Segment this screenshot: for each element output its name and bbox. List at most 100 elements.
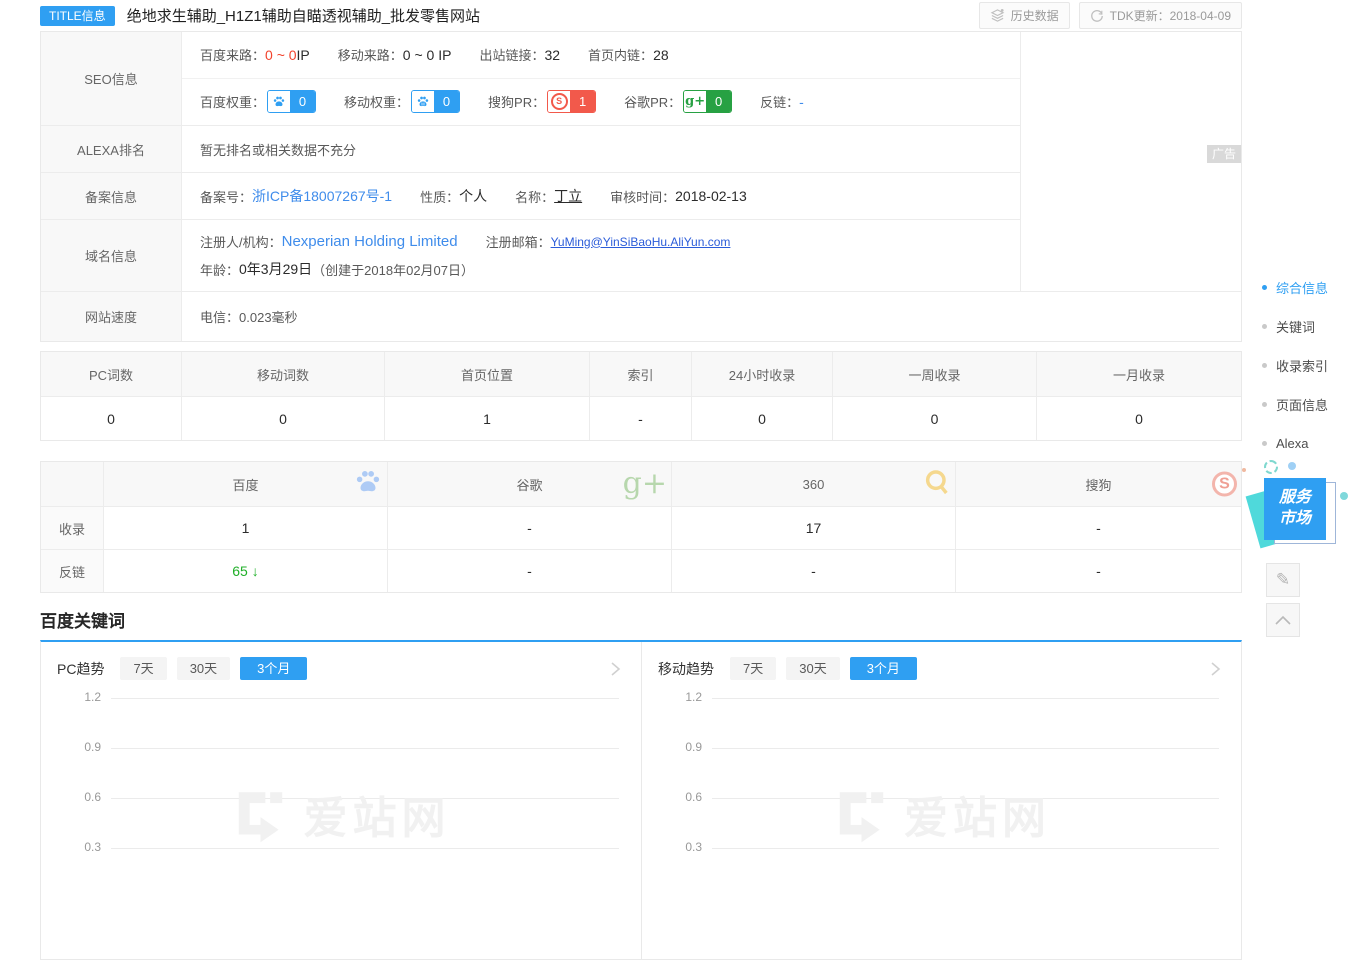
mobile-tab-7d[interactable]: 7天 bbox=[730, 657, 776, 680]
deco-dot bbox=[1242, 468, 1246, 472]
mobile-weight-value: 0 bbox=[434, 91, 459, 112]
back-to-top-button[interactable] bbox=[1266, 603, 1300, 637]
baidu-keywords-title: 百度关键词 bbox=[40, 607, 1242, 632]
360-magnifier-icon bbox=[923, 469, 951, 500]
backlinks-baidu-value: 65 bbox=[232, 563, 248, 579]
registrant-label: 注册人/机构： bbox=[200, 232, 282, 251]
deco-dot bbox=[1264, 460, 1278, 474]
keyword-stats-table: PC词数 移动词数 首页位置 索引 24小时收录 一周收录 一月收录 0 0 1… bbox=[40, 351, 1242, 441]
backlinks-sogou: - bbox=[956, 550, 1241, 592]
beian-audit-value: 2018-02-13 bbox=[675, 188, 747, 204]
pc-tab-3m[interactable]: 3个月 bbox=[240, 657, 307, 680]
seo-traffic-line: 百度来路：0 ~ 0 IP 移动来路：0 ~ 0 IP 出站链接：32 首页内链… bbox=[182, 32, 1020, 79]
beian-number-link[interactable]: 浙ICP备18007267号-1 bbox=[252, 186, 392, 206]
mobile-traffic-value: 0 ~ 0 IP bbox=[403, 47, 452, 63]
nav-item-keywords[interactable]: 关键词 bbox=[1262, 315, 1362, 337]
mobile-weight-badge[interactable]: M0 bbox=[411, 90, 460, 113]
pc-panel-next-arrow[interactable] bbox=[605, 659, 625, 679]
top-actions: 历史数据 TDK更新：2018-04-09 bbox=[979, 2, 1242, 29]
down-arrow-icon: ↓ bbox=[252, 563, 259, 579]
ad-tag: 广告 bbox=[1207, 145, 1241, 163]
aizhan-logo-icon bbox=[232, 785, 290, 843]
seo-weight-line: 百度权重： 0 移动权重： M0 搜狗PR： S1 谷歌PR： g+0 反链：- bbox=[182, 79, 1020, 126]
baidu-traffic-value: 0 ~ 0 bbox=[265, 47, 297, 63]
pc-ytick-2: 0.9 bbox=[57, 740, 101, 754]
beian-nature-label: 性质： bbox=[420, 187, 459, 206]
baidu-paw-icon-large bbox=[353, 468, 383, 501]
beian-number-label: 备案号： bbox=[200, 187, 252, 206]
tdk-update-label: TDK更新：2018-04-09 bbox=[1110, 7, 1231, 24]
outbound-links-label: 出站链接： bbox=[479, 45, 544, 64]
history-data-label: 历史数据 bbox=[1011, 7, 1059, 24]
stats-value-index: - bbox=[590, 397, 692, 440]
nav-item-overview[interactable]: 综合信息 bbox=[1262, 276, 1362, 298]
engine-name-google: 谷歌 bbox=[516, 475, 542, 494]
aizhan-logo-icon bbox=[832, 785, 890, 843]
ad-area[interactable]: 广告 bbox=[1020, 32, 1241, 292]
baidu-traffic-unit: IP bbox=[297, 47, 310, 63]
stats-value-home-position: 1 bbox=[385, 397, 590, 440]
top-bar: TITLE信息 绝地求生辅助_H1Z1辅助自瞄透视辅助_批发零售网站 历史数据 … bbox=[0, 0, 1362, 31]
registrant-link[interactable]: Nexperian Holding Limited bbox=[282, 233, 458, 250]
refresh-icon bbox=[1090, 9, 1104, 23]
nav-item-label: 收录索引 bbox=[1276, 356, 1328, 375]
nav-item-index[interactable]: 收录索引 bbox=[1262, 354, 1362, 376]
baidu-traffic-label: 百度来路： bbox=[200, 45, 265, 64]
nav-item-label: 综合信息 bbox=[1276, 278, 1328, 297]
nav-item-pageinfo[interactable]: 页面信息 bbox=[1262, 393, 1362, 415]
sogou-pr-label: 搜狗PR： bbox=[488, 92, 545, 111]
alexa-no-rank-text: 暂无排名或相关数据不充分 bbox=[200, 140, 356, 159]
beian-name-link[interactable]: 丁立 bbox=[554, 186, 582, 206]
stats-header-24h: 24小时收录 bbox=[692, 352, 833, 397]
deco-dot bbox=[1288, 462, 1296, 470]
sogou-pr-badge[interactable]: S1 bbox=[547, 90, 596, 113]
row-label-domain: 域名信息 bbox=[41, 220, 182, 292]
service-market-badge[interactable]: 服务 市场 bbox=[1240, 458, 1350, 558]
chevron-right-icon bbox=[1205, 659, 1225, 679]
row-label-seo: SEO信息 bbox=[41, 32, 182, 126]
feedback-pencil-button[interactable]: ✎ bbox=[1266, 563, 1300, 597]
speed-telecom-value: 0.023毫秒 bbox=[239, 307, 298, 326]
domain-created-note: （创建于2018年02月07日） bbox=[312, 260, 474, 279]
seo-info-cell: 百度来路：0 ~ 0 IP 移动来路：0 ~ 0 IP 出站链接：32 首页内链… bbox=[182, 32, 1020, 126]
mobile-trend-label: 移动趋势 bbox=[658, 659, 714, 679]
mobile-tab-30d[interactable]: 30天 bbox=[786, 657, 839, 680]
nav-item-alexa[interactable]: Alexa bbox=[1262, 432, 1362, 454]
watermark: 爱站网 bbox=[832, 782, 1051, 846]
history-data-button[interactable]: 历史数据 bbox=[979, 2, 1070, 29]
stats-header-week: 一周收录 bbox=[833, 352, 1037, 397]
google-pr-label: 谷歌PR： bbox=[624, 92, 681, 111]
beian-nature-value: 个人 bbox=[459, 186, 487, 206]
google-pr-badge[interactable]: g+0 bbox=[683, 90, 732, 113]
chevron-right-icon bbox=[605, 659, 625, 679]
home-inlinks-value: 28 bbox=[653, 47, 669, 63]
stats-header-index: 索引 bbox=[590, 352, 692, 397]
mobile-tab-3m[interactable]: 3个月 bbox=[850, 657, 917, 680]
register-email-link[interactable]: YuMing@YinSiBaoHu.AliYun.com bbox=[551, 235, 731, 249]
baidu-weight-badge[interactable]: 0 bbox=[267, 90, 316, 113]
baidu-paw-icon bbox=[268, 91, 290, 112]
mobile-panel-next-arrow[interactable] bbox=[1205, 659, 1225, 679]
pc-tab-7d[interactable]: 7天 bbox=[120, 657, 166, 680]
watermark-text: 爱站网 bbox=[304, 782, 451, 846]
domain-age-value: 0年3月29日 bbox=[239, 259, 312, 279]
stats-header-mobile-words: 移动词数 bbox=[182, 352, 385, 397]
badge-front-square: 服务 市场 bbox=[1264, 478, 1326, 540]
mobile-ytick-4: 0.3 bbox=[658, 840, 702, 854]
pc-trend-header: PC趋势 7天 30天 3个月 bbox=[41, 642, 641, 690]
engine-header-google: 谷歌 g+ bbox=[388, 462, 672, 507]
main-content: SEO信息 ALEXA排名 备案信息 域名信息 网站速度 百度来路：0 ~ 0 … bbox=[40, 31, 1242, 960]
stats-header-home-position: 首页位置 bbox=[385, 352, 590, 397]
sogou-pr-value: 1 bbox=[570, 91, 595, 112]
row-label-speed: 网站速度 bbox=[41, 292, 182, 341]
backlinks-google: - bbox=[388, 550, 672, 592]
bullet-icon bbox=[1262, 441, 1267, 446]
outbound-links-value: 32 bbox=[544, 47, 560, 63]
tdk-update-button[interactable]: TDK更新：2018-04-09 bbox=[1079, 2, 1242, 29]
backlinks-baidu[interactable]: 65↓ bbox=[104, 550, 388, 592]
pc-trend-panel: PC趋势 7天 30天 3个月 1.2 0.9 0.6 0.3 爱站网 bbox=[41, 642, 641, 959]
pencil-icon: ✎ bbox=[1276, 570, 1290, 590]
pc-tab-30d[interactable]: 30天 bbox=[177, 657, 230, 680]
pc-ytick-4: 0.3 bbox=[57, 840, 101, 854]
engine-table-corner-cell bbox=[41, 462, 104, 507]
